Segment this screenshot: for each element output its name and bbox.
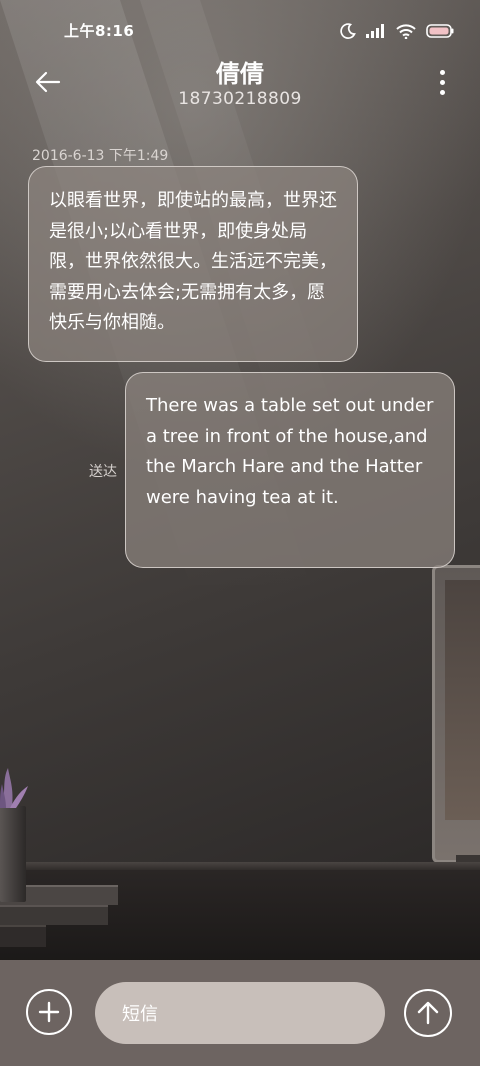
wallpaper-vase: [0, 806, 26, 902]
wallpaper-book: [0, 925, 46, 947]
more-vertical-icon: [439, 89, 445, 95]
outgoing-message-bubble[interactable]: There was a table set out under a tree i…: [125, 372, 455, 568]
plus-icon: [38, 1001, 60, 1023]
signal-icon: [366, 24, 384, 38]
wallpaper-flower: [0, 768, 28, 808]
more-vertical-icon: [439, 79, 445, 85]
moon-icon: [340, 23, 356, 39]
delivery-status: 送达: [89, 464, 117, 480]
wallpaper-book: [0, 905, 108, 925]
message-input[interactable]: 短信: [95, 982, 385, 1044]
status-time: 上午8:16: [64, 22, 135, 40]
contact-name: 倩倩: [216, 60, 264, 88]
wallpaper-laptop-screen: [445, 580, 480, 820]
battery-icon: [426, 24, 454, 38]
message-composer: 短信: [0, 960, 480, 1066]
more-vertical-icon: [439, 69, 445, 75]
add-attachment-button[interactable]: [26, 989, 72, 1035]
incoming-message-bubble[interactable]: 以眼看世界，即使站的最高，世界还是很小;以心看世界，即使身处局限，世界依然很大。…: [28, 166, 358, 362]
contact-phone-number: 18730218809: [178, 89, 302, 109]
send-button[interactable]: [404, 989, 452, 1037]
wallpaper-laptop: [432, 565, 480, 863]
status-icons: [340, 20, 454, 42]
arrow-up-icon: [417, 1001, 439, 1025]
wifi-icon: [396, 23, 416, 39]
more-options-button[interactable]: [434, 66, 450, 98]
message-timestamp: 2016-6-13 下午1:49: [32, 148, 169, 164]
